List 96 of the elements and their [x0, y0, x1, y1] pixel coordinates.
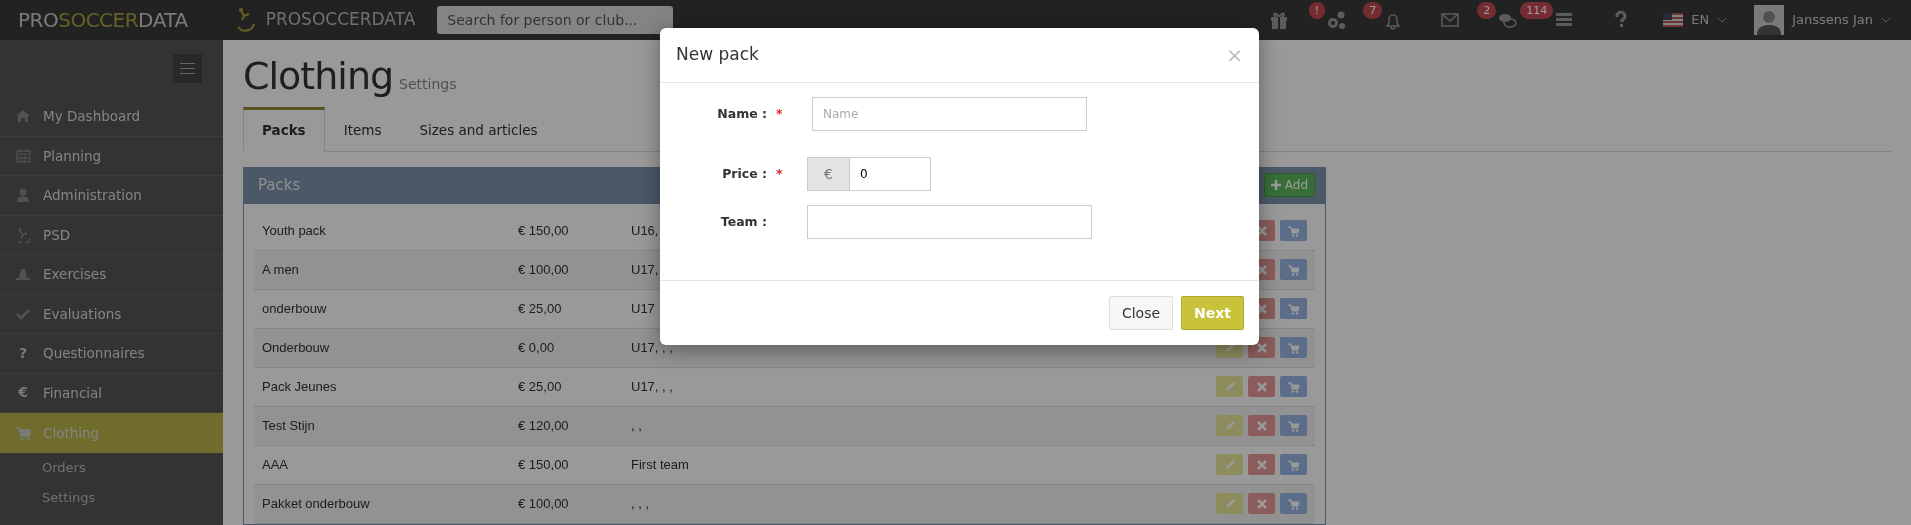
table-cell: AAA — [262, 456, 288, 472]
notification-badge: 114 — [1520, 2, 1554, 19]
cart-icon — [1287, 224, 1300, 237]
cart-icon — [1287, 497, 1300, 510]
sidebar-icon: € — [18, 382, 28, 404]
table-cell: € 150,00 — [518, 456, 569, 472]
required-marker: * — [776, 106, 783, 121]
table-cell: Pack Jeunes — [262, 378, 337, 394]
cart-icon — [1287, 263, 1300, 276]
menu-button[interactable] — [173, 54, 202, 83]
table-cell: Youth pack — [262, 222, 326, 238]
close-icon — [1256, 498, 1267, 509]
table-cell: U17, , , — [631, 378, 673, 394]
field-label: Name : — [717, 105, 767, 123]
table-cell: € 25,00 — [518, 378, 562, 394]
name-field[interactable]: Name — [812, 97, 1087, 131]
notification-badge: ! — [1308, 2, 1326, 19]
calendar-icon — [15, 147, 31, 164]
cart-button[interactable] — [1280, 337, 1307, 359]
table-cell: U17, — [631, 261, 659, 277]
cart-button[interactable] — [1280, 415, 1307, 437]
next-button[interactable]: Next — [1181, 296, 1244, 330]
logo-text[interactable]: PROSOCCERDATA — [18, 5, 188, 35]
chevron-down-icon[interactable] — [1881, 17, 1891, 23]
close-button[interactable]: Close — [1108, 296, 1174, 330]
tab[interactable]: Items — [324, 107, 401, 152]
cart-icon — [1287, 419, 1300, 432]
notification-badge: 7 — [1363, 2, 1383, 19]
pencil-icon — [1223, 458, 1236, 471]
close-icon — [1256, 420, 1267, 431]
sidebar-icon: ? — [18, 342, 28, 364]
required-marker: * — [776, 166, 783, 181]
table-cell: U16, — [631, 222, 659, 238]
language-selector[interactable]: EN — [1691, 10, 1710, 30]
close-button[interactable]: × — [1226, 40, 1243, 70]
notification-badge: 2 — [1477, 2, 1497, 19]
cart-button[interactable] — [1280, 298, 1307, 320]
field-label: Price : — [722, 165, 767, 183]
table-cell: , , — [631, 417, 642, 433]
brand-name: PROSOCCERDATA — [265, 8, 416, 32]
cart-icon — [1287, 380, 1300, 393]
cart-icon — [1287, 458, 1300, 471]
chevron-down-icon[interactable] — [1717, 17, 1728, 23]
table-cell: € 100,00 — [518, 261, 569, 277]
tab[interactable]: Packs — [243, 107, 325, 152]
close-icon — [1256, 459, 1267, 470]
table-cell: A men — [262, 261, 299, 277]
cart-button[interactable] — [1280, 259, 1307, 281]
sidebar-subitem[interactable]: Settings — [0, 482, 223, 513]
table-cell: onderbouw — [262, 300, 327, 316]
us-flag-icon[interactable] — [1663, 13, 1684, 27]
price-field[interactable]: 0 — [850, 157, 931, 191]
table-cell: € 25,00 — [518, 300, 562, 316]
currency-addon: € — [807, 157, 850, 191]
panel-title: Packs — [258, 174, 301, 196]
cart-button[interactable] — [1280, 220, 1307, 242]
cart-button[interactable] — [1280, 454, 1307, 476]
close-icon — [1256, 381, 1267, 392]
avatar[interactable] — [1754, 5, 1785, 35]
user-name[interactable]: Janssens Jan — [1792, 10, 1873, 30]
table-cell: Test Stijn — [262, 417, 315, 433]
cart-icon — [1287, 302, 1300, 315]
plus-icon — [1270, 180, 1281, 191]
player-kick-icon — [15, 226, 31, 243]
pencil-icon — [1223, 497, 1236, 510]
modal-title: New pack — [676, 43, 759, 67]
add-button[interactable]: Add — [1263, 173, 1315, 198]
tab[interactable]: Sizes and articles — [400, 107, 557, 152]
sidebar-item[interactable]: Planning — [0, 136, 223, 176]
cart-button[interactable] — [1280, 376, 1307, 398]
close-icon — [1256, 342, 1267, 353]
table-cell: U17, , , — [631, 339, 673, 355]
gears-icon[interactable] — [1325, 9, 1348, 31]
page-title: Clothing — [243, 53, 394, 100]
table-cell: € 150,00 — [518, 222, 569, 238]
search-field[interactable]: Search for person or club... — [437, 6, 674, 34]
table-cell: € 100,00 — [518, 495, 569, 511]
home-icon — [15, 108, 31, 125]
sidebar-subitem[interactable]: Orders — [0, 452, 223, 483]
table-cell: Pakket onderbouw — [262, 495, 370, 511]
table-cell: , , , — [631, 495, 650, 511]
table-cell: Onderbouw — [262, 339, 330, 355]
team-field[interactable] — [807, 205, 1092, 239]
table-cell: € 120,00 — [518, 417, 569, 433]
cart-button[interactable] — [1280, 493, 1307, 515]
table-cell: First team — [631, 456, 689, 472]
page-subtitle: Settings — [399, 75, 457, 94]
pencil-icon — [1223, 419, 1236, 432]
cart-icon — [15, 424, 31, 441]
pencil-icon — [1223, 380, 1236, 393]
user-icon — [15, 187, 31, 204]
cart-icon — [1287, 341, 1300, 354]
field-label: Team : — [720, 213, 767, 231]
table-cell: U17 — [631, 300, 655, 316]
cone-icon — [15, 266, 31, 283]
table-cell: € 0,00 — [518, 339, 555, 355]
